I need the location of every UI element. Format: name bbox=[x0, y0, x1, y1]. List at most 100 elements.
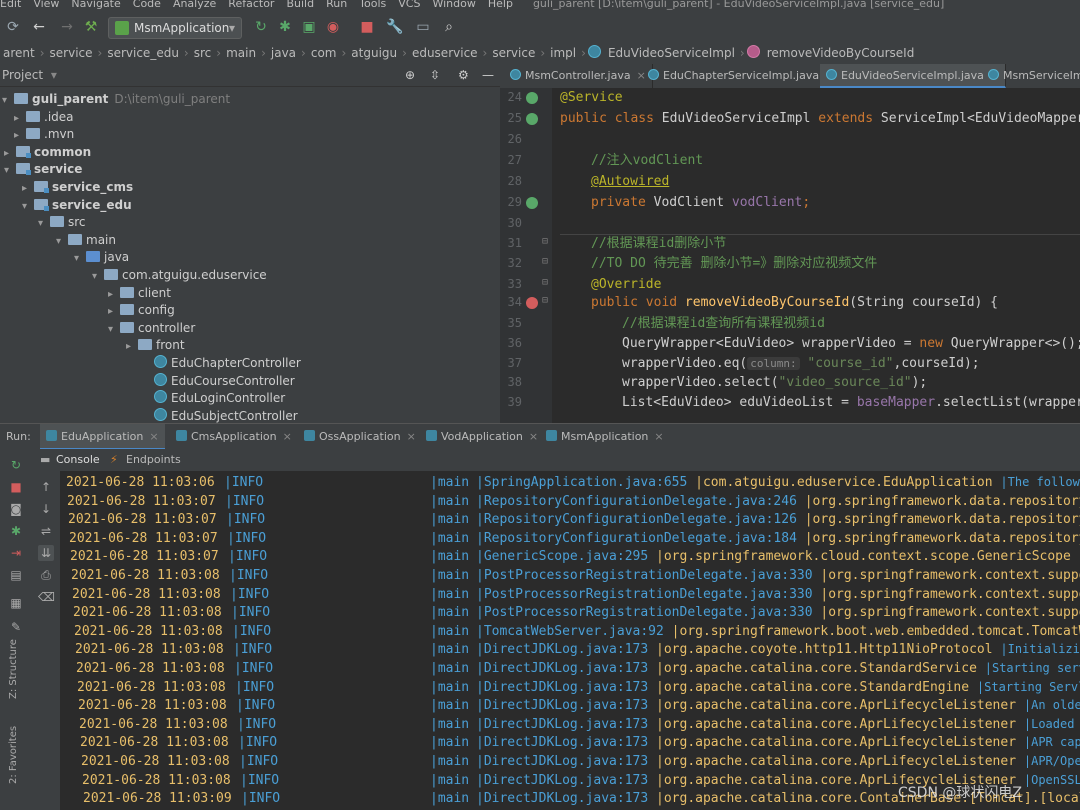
menu-item[interactable]: Analyze bbox=[173, 0, 216, 10]
scroll-to-end-icon[interactable]: ⇊ bbox=[38, 545, 54, 561]
exit-icon[interactable]: ⇥ bbox=[8, 545, 24, 561]
breadcrumb-item[interactable]: com bbox=[308, 42, 340, 64]
wrench-icon[interactable]: 🔧 bbox=[386, 18, 404, 36]
pin-icon[interactable]: ✎ bbox=[8, 619, 24, 635]
clear-icon[interactable]: ⌫ bbox=[38, 589, 55, 605]
debug-icon[interactable]: ✱ bbox=[276, 18, 294, 36]
coverage-icon[interactable]: ▣ bbox=[300, 18, 318, 36]
breadcrumb-item[interactable]: java bbox=[268, 42, 299, 64]
code-editor[interactable]: @Service public class EduVideoServiceImp… bbox=[552, 88, 1080, 423]
editor-tab-msmcontroller-java[interactable]: MsmController.java × bbox=[504, 64, 653, 88]
back-icon[interactable]: ← bbox=[30, 18, 48, 36]
console-output[interactable]: 2021-06-28 11:03:06 |INFO |main |SpringAppl… bbox=[60, 471, 1080, 810]
tree-node-client[interactable]: ▸ client bbox=[108, 285, 171, 302]
bean-icon[interactable] bbox=[526, 113, 538, 125]
menu-item[interactable]: Build bbox=[286, 0, 314, 10]
tab-console[interactable]: Console bbox=[56, 449, 100, 471]
tree-node-service-cms[interactable]: ▸ service_cms bbox=[22, 179, 133, 196]
tree-node--mvn[interactable]: ▸ .mvn bbox=[14, 126, 74, 143]
tab-endpoints[interactable]: Endpoints bbox=[126, 449, 181, 471]
stop-icon[interactable]: ■ bbox=[358, 18, 376, 36]
favorites-tool-label[interactable]: 2: Favorites bbox=[8, 726, 19, 784]
locate-icon[interactable]: ⊕ bbox=[405, 64, 415, 86]
tree-node-service-edu[interactable]: ▾ service_edu bbox=[22, 197, 132, 214]
tree-node-educhaptercontroller[interactable]: EduChapterController bbox=[142, 355, 301, 372]
breadcrumb-item[interactable]: eduservice bbox=[409, 42, 481, 64]
menu-item[interactable]: Tools bbox=[359, 0, 386, 10]
close-icon[interactable]: × bbox=[654, 430, 663, 443]
breadcrumb-item[interactable]: src bbox=[191, 42, 215, 64]
menu-item[interactable]: Run bbox=[326, 0, 347, 10]
run-tab-eduapplication[interactable]: EduApplication × bbox=[40, 424, 165, 450]
run-config-selector[interactable]: MsmApplication ▾ bbox=[108, 17, 242, 39]
fold-marker-icon[interactable]: ⊟ bbox=[542, 277, 548, 288]
rerun-icon[interactable]: ↻ bbox=[8, 457, 24, 473]
search-icon[interactable]: ⌕ bbox=[440, 18, 458, 36]
editor-tab-msmserviceimp[interactable]: MsmServiceImp bbox=[982, 64, 1080, 88]
run-tab-msmapplication[interactable]: MsmApplication × bbox=[540, 424, 670, 450]
menu-item[interactable]: Edit bbox=[0, 0, 21, 10]
rerun-icon[interactable]: ↻ bbox=[252, 18, 270, 36]
fold-marker-icon[interactable]: ⊟ bbox=[542, 236, 548, 247]
breadcrumb-item[interactable]: main bbox=[223, 42, 259, 64]
arrow-up-icon[interactable]: ↑ bbox=[38, 479, 54, 495]
debug-icon[interactable]: ✱ bbox=[8, 523, 24, 539]
grid-icon[interactable]: ▦ bbox=[8, 595, 24, 611]
run-tab-cmsapplication[interactable]: CmsApplication × bbox=[170, 424, 298, 450]
bean-icon[interactable] bbox=[526, 92, 538, 104]
menu-item[interactable]: Help bbox=[488, 0, 513, 10]
camera-icon[interactable]: ◙ bbox=[8, 501, 24, 517]
editor-tab-eduvideoserviceimpl-java[interactable]: EduVideoServiceImpl.java× bbox=[820, 64, 1007, 88]
fold-marker-icon[interactable]: ⊟ bbox=[542, 256, 548, 267]
hide-panel-icon[interactable]: — bbox=[482, 64, 494, 86]
build-hammer-icon[interactable]: ⚒ bbox=[82, 18, 100, 36]
editor-tab-educhapterserviceimpl-java[interactable]: EduChapterServiceImpl.java× bbox=[642, 64, 842, 88]
layout-icon[interactable]: ▭ bbox=[414, 18, 432, 36]
breadcrumb-item[interactable]: EduVideoServiceImpl bbox=[605, 42, 738, 64]
tree-node-main[interactable]: ▾ main bbox=[56, 232, 116, 249]
tree-node-java[interactable]: ▾ java bbox=[74, 249, 129, 266]
project-panel-title[interactable]: Project bbox=[2, 68, 43, 82]
gear-icon[interactable]: ⚙ bbox=[458, 64, 469, 86]
collapse-all-icon[interactable]: ⇳ bbox=[430, 64, 440, 86]
tree-node-src[interactable]: ▾ src bbox=[38, 214, 86, 231]
close-icon[interactable]: × bbox=[149, 430, 158, 443]
tree-node-edusubjectcontroller[interactable]: EduSubjectController bbox=[142, 407, 298, 423]
tree-node-edulogincontroller[interactable]: EduLoginController bbox=[142, 390, 285, 407]
stop-icon[interactable]: ■ bbox=[8, 479, 24, 495]
menu-item[interactable]: Refactor bbox=[228, 0, 274, 10]
breadcrumb-item[interactable]: removeVideoByCourseId bbox=[764, 42, 918, 64]
menu-item[interactable]: Navigate bbox=[71, 0, 120, 10]
tree-node-guli-parent[interactable]: ▾ guli_parent D:\item\guli_parent bbox=[2, 91, 230, 108]
close-icon[interactable]: × bbox=[283, 430, 292, 443]
tree-node-front[interactable]: ▸ front bbox=[126, 337, 185, 354]
tree-node-service[interactable]: ▾ service bbox=[4, 161, 82, 178]
tree-node-config[interactable]: ▸ config bbox=[108, 302, 175, 319]
override-icon[interactable] bbox=[526, 297, 538, 309]
breadcrumb-item[interactable]: service bbox=[47, 42, 96, 64]
tree-node-com-atguigu-eduservice[interactable]: ▾ com.atguigu.eduservice bbox=[92, 267, 267, 284]
menu-item[interactable]: VCS bbox=[398, 0, 420, 10]
chevron-down-icon[interactable]: ▾ bbox=[51, 68, 57, 82]
sync-icon[interactable]: ⟳ bbox=[4, 18, 22, 36]
tree-node-common[interactable]: ▸ common bbox=[4, 144, 91, 161]
breadcrumb-item[interactable]: service_edu bbox=[104, 42, 182, 64]
tree-node-controller[interactable]: ▾ controller bbox=[108, 320, 195, 337]
menu-item[interactable]: Window bbox=[432, 0, 475, 10]
layout-icon[interactable]: ▤ bbox=[8, 567, 24, 583]
fold-marker-icon[interactable]: ⊟ bbox=[542, 295, 548, 306]
soft-wrap-icon[interactable]: ⇌ bbox=[38, 523, 54, 539]
close-icon[interactable]: × bbox=[407, 430, 416, 443]
tree-node--idea[interactable]: ▸ .idea bbox=[14, 109, 74, 126]
close-icon[interactable]: × bbox=[529, 430, 538, 443]
profile-icon[interactable]: ◉ bbox=[324, 18, 342, 36]
forward-icon[interactable]: → bbox=[58, 18, 76, 36]
print-icon[interactable]: ⎙ bbox=[38, 567, 54, 583]
tree-node-educoursecontroller[interactable]: EduCourseController bbox=[142, 372, 295, 390]
arrow-down-icon[interactable]: ↓ bbox=[38, 501, 54, 517]
menu-item[interactable]: View bbox=[33, 0, 59, 10]
menu-item[interactable]: Code bbox=[133, 0, 161, 10]
run-tab-vodapplication[interactable]: VodApplication × bbox=[420, 424, 544, 450]
breadcrumb-item[interactable]: service bbox=[489, 42, 538, 64]
breadcrumb-item[interactable]: atguigu bbox=[348, 42, 400, 64]
